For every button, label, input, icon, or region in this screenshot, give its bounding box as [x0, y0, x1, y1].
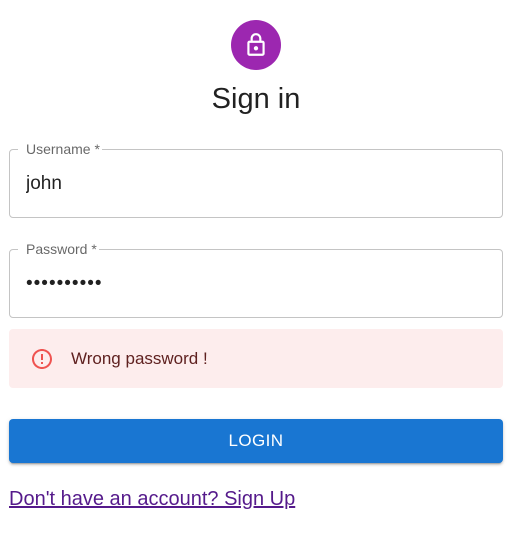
- login-button[interactable]: Login: [9, 419, 503, 463]
- username-field[interactable]: Username * Username *: [9, 142, 503, 218]
- error-outline-icon: [29, 346, 55, 372]
- username-label: Username *: [26, 141, 100, 157]
- page-title: Sign in: [211, 83, 301, 115]
- password-field[interactable]: Password * Password *: [9, 242, 503, 318]
- signup-link[interactable]: Don't have an account? Sign Up: [9, 486, 295, 512]
- alert-message: Wrong password !: [71, 348, 208, 368]
- password-input[interactable]: [9, 249, 503, 318]
- avatar: [231, 20, 281, 70]
- lock-outlined-icon: [243, 32, 269, 58]
- password-label: Password *: [26, 241, 97, 257]
- username-input[interactable]: [9, 149, 503, 218]
- error-alert: Wrong password !: [9, 329, 503, 388]
